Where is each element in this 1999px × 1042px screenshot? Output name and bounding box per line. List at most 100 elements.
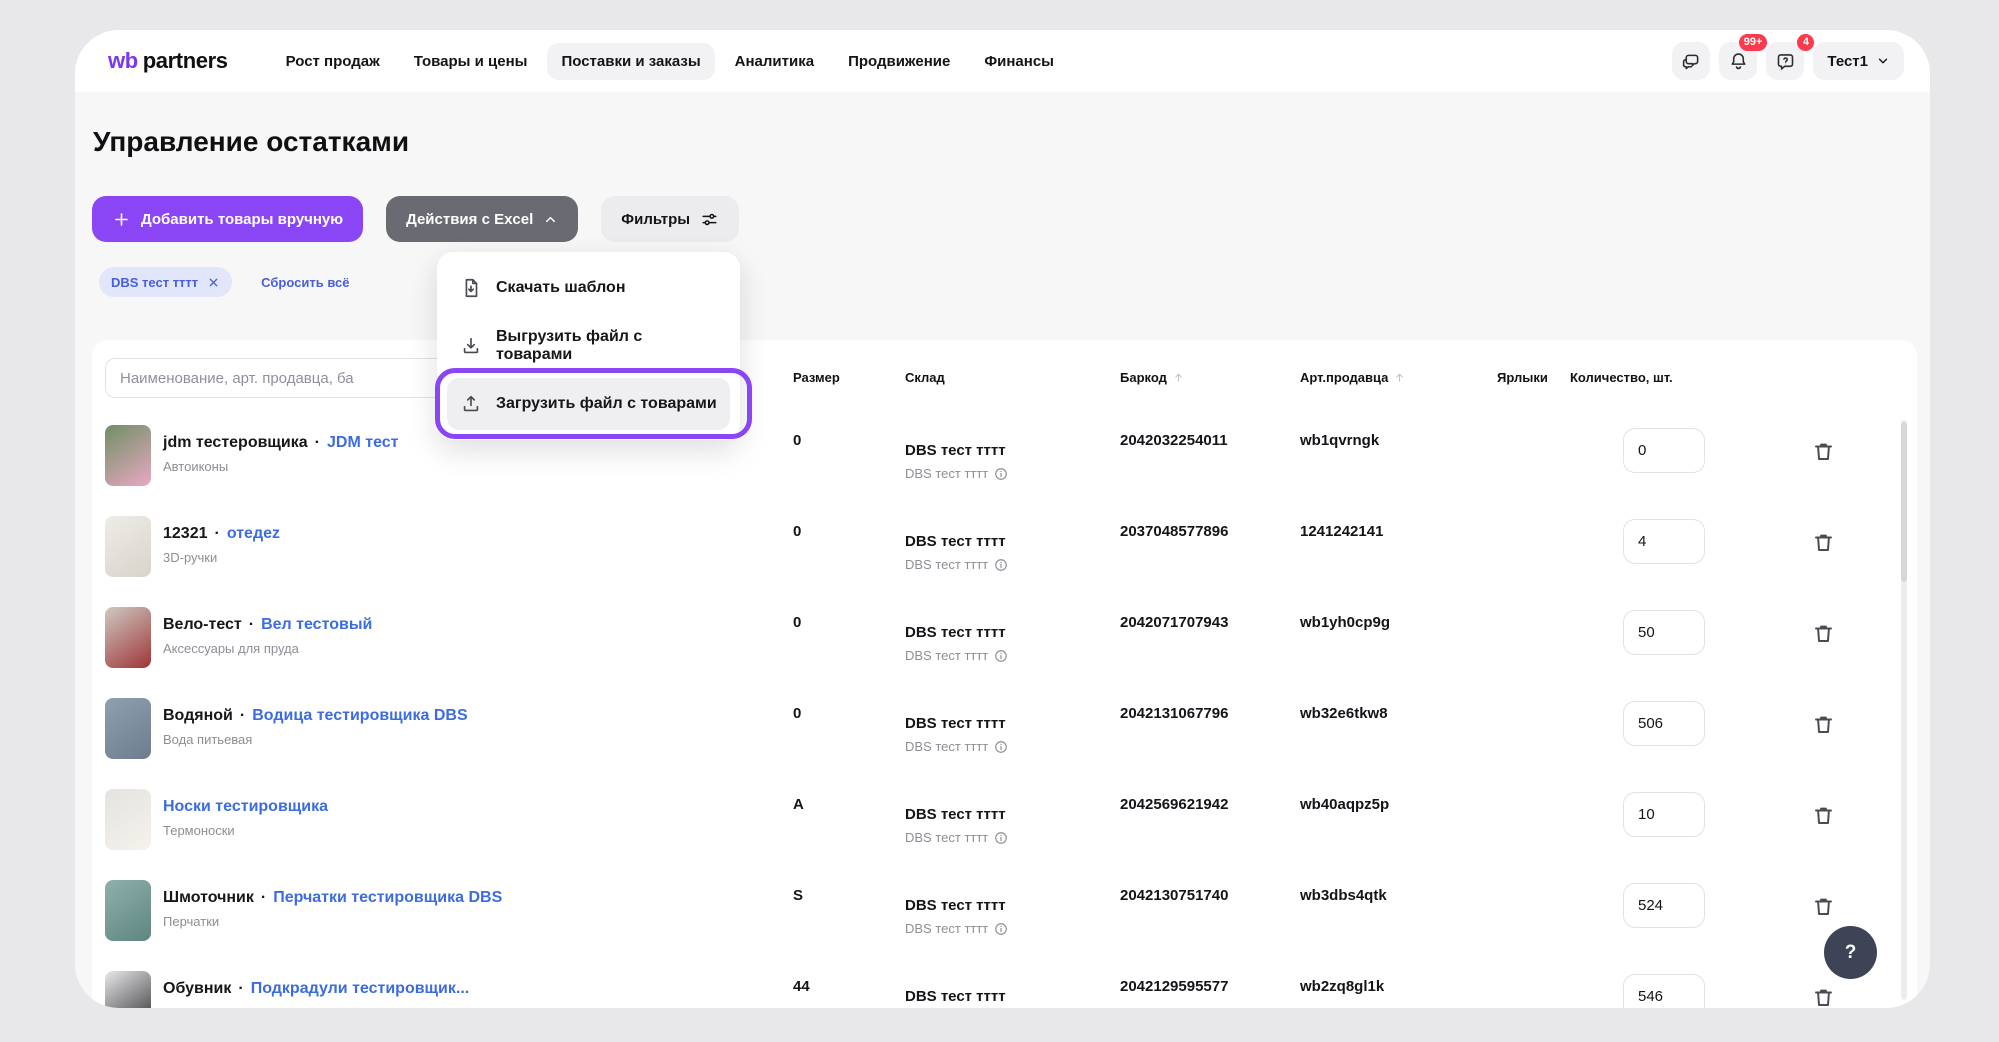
delete-row-button[interactable] bbox=[1808, 436, 1838, 466]
close-icon[interactable] bbox=[207, 276, 220, 289]
info-icon[interactable] bbox=[994, 831, 1008, 845]
excel-menu-item[interactable]: Скачать шаблон bbox=[447, 262, 730, 314]
quantity-input[interactable] bbox=[1623, 792, 1705, 837]
nav-item-label: Рост продаж bbox=[286, 53, 380, 70]
warehouse-sub: DBS тест тттт bbox=[905, 830, 1008, 845]
screen: wbpartners Рост продаж Товары и цены Пос… bbox=[0, 0, 1999, 1042]
table-row: 12321·отедez 3D-ручки 0 DBS тест тттт DB… bbox=[92, 511, 1917, 602]
warehouse-cell: DBS тест тттт bbox=[905, 897, 1006, 914]
filter-chip-label: DBS тест тттт bbox=[111, 275, 198, 290]
nav-item[interactable]: Рост продаж bbox=[272, 43, 394, 80]
filters-button[interactable]: Фильтры bbox=[601, 196, 739, 242]
barcode-cell: 2042131067796 bbox=[1120, 705, 1228, 722]
quantity-input[interactable] bbox=[1623, 701, 1705, 746]
page-title: Управление остатками bbox=[93, 126, 409, 158]
product-category: Автоиконы bbox=[163, 459, 228, 474]
nav-item[interactable]: Аналитика bbox=[721, 43, 828, 80]
table-row: Водяной·Водица тестировщика DBS Вода пит… bbox=[92, 693, 1917, 784]
filter-chip[interactable]: DBS тест тттт bbox=[99, 267, 232, 297]
sort-asc-icon[interactable] bbox=[1172, 371, 1185, 384]
excel-menu-item[interactable]: Выгрузить файл с товарами bbox=[447, 320, 730, 372]
barcode-cell: 2042569621942 bbox=[1120, 796, 1228, 813]
quantity-input[interactable] bbox=[1623, 519, 1705, 564]
table-rows: jdm тестеровщика·JDM тест Автоиконы 0 DB… bbox=[92, 420, 1917, 1008]
nav-item-label: Финансы bbox=[984, 53, 1054, 70]
product-link[interactable]: отедez bbox=[227, 525, 280, 542]
nav-item[interactable]: Финансы bbox=[970, 43, 1068, 80]
delete-row-button[interactable] bbox=[1808, 891, 1838, 921]
trash-icon bbox=[1811, 985, 1836, 1009]
product-category: 3D-ручки bbox=[163, 550, 217, 565]
delete-row-button[interactable] bbox=[1808, 800, 1838, 830]
warehouse-sub-text: DBS тест тттт bbox=[905, 739, 988, 754]
name-separator: · bbox=[315, 434, 320, 451]
notifications-button[interactable]: 99+ bbox=[1719, 42, 1757, 80]
info-icon[interactable] bbox=[994, 922, 1008, 936]
reset-filters-link[interactable]: Сбросить всё bbox=[261, 275, 349, 290]
scrollbar[interactable] bbox=[1901, 420, 1907, 1000]
excel-menu-item-label: Скачать шаблон bbox=[496, 279, 625, 297]
upload-icon bbox=[460, 393, 482, 415]
article-cell: 1241242141 bbox=[1300, 523, 1383, 540]
warehouse-cell: DBS тест тттт bbox=[905, 442, 1006, 459]
quantity-input[interactable] bbox=[1623, 974, 1705, 1008]
quantity-input[interactable] bbox=[1623, 610, 1705, 655]
excel-dropdown-menu: Скачать шаблон Выгрузить файл с товарами… bbox=[437, 252, 740, 440]
product-link[interactable]: Носки тестировщика bbox=[163, 798, 328, 815]
info-icon[interactable] bbox=[994, 467, 1008, 481]
trash-icon bbox=[1811, 530, 1836, 555]
barcode-cell: 2042032254011 bbox=[1120, 432, 1228, 449]
info-icon[interactable] bbox=[994, 649, 1008, 663]
support-button[interactable]: 4 bbox=[1766, 42, 1804, 80]
info-icon[interactable] bbox=[994, 558, 1008, 572]
nav-item[interactable]: Товары и цены bbox=[400, 43, 542, 80]
table-row: Шмоточник·Перчатки тестировщика DBS Перч… bbox=[92, 875, 1917, 966]
size-cell: 0 bbox=[793, 432, 801, 449]
article-cell: wb3dbs4qtk bbox=[1300, 887, 1387, 904]
warehouse-sub: DBS тест тттт bbox=[905, 648, 1008, 663]
product-link[interactable]: Подкрадули тестировщик... bbox=[251, 980, 470, 997]
add-products-button[interactable]: Добавить товары вручную bbox=[92, 196, 363, 242]
wb-partners-logo[interactable]: wbpartners bbox=[108, 48, 228, 74]
product-name-text: Вело-тест bbox=[163, 616, 242, 633]
delete-row-button[interactable] bbox=[1808, 709, 1838, 739]
quantity-input[interactable] bbox=[1623, 883, 1705, 928]
download-icon bbox=[460, 335, 482, 357]
nav-item[interactable]: Продвижение bbox=[834, 43, 964, 80]
delete-row-button[interactable] bbox=[1808, 982, 1838, 1008]
column-header-barcode[interactable]: Баркод bbox=[1120, 370, 1185, 385]
article-cell: wb32e6tkw8 bbox=[1300, 705, 1388, 722]
help-fab-button[interactable]: ? bbox=[1824, 926, 1877, 979]
account-menu-button[interactable]: Тест1 bbox=[1813, 42, 1904, 80]
excel-actions-button[interactable]: Действия с Excel bbox=[386, 196, 578, 242]
product-link[interactable]: Водица тестировщика DBS bbox=[252, 707, 467, 724]
messages-button[interactable] bbox=[1672, 42, 1710, 80]
product-link[interactable]: Вел тестовый bbox=[261, 616, 372, 633]
delete-row-button[interactable] bbox=[1808, 618, 1838, 648]
excel-menu-item-label: Загрузить файл с товарами bbox=[496, 395, 717, 413]
product-category: Ботинки bbox=[163, 1005, 212, 1008]
nav-item-label: Аналитика bbox=[735, 53, 814, 70]
delete-row-button[interactable] bbox=[1808, 527, 1838, 557]
excel-menu-item[interactable]: Загрузить файл с товарами bbox=[447, 378, 730, 430]
column-header-article[interactable]: Арт.продавца bbox=[1300, 370, 1406, 385]
warehouse-sub-text: DBS тест тттт bbox=[905, 921, 988, 936]
column-header-labels: Ярлыки bbox=[1497, 370, 1548, 385]
chevron-down-icon bbox=[1876, 54, 1890, 68]
warehouse-sub-text: DBS тест тттт bbox=[905, 648, 988, 663]
product-link[interactable]: Перчатки тестировщика DBS bbox=[273, 889, 502, 906]
product-image bbox=[105, 425, 151, 486]
name-separator: · bbox=[238, 980, 243, 997]
actions-row: Добавить товары вручную Действия с Excel… bbox=[92, 196, 739, 242]
nav-item[interactable]: Поставки и заказы bbox=[547, 43, 714, 80]
scrollbar-thumb[interactable] bbox=[1901, 422, 1907, 582]
quantity-input[interactable] bbox=[1623, 428, 1705, 473]
info-icon[interactable] bbox=[994, 740, 1008, 754]
name-separator: · bbox=[261, 889, 266, 906]
size-cell: 0 bbox=[793, 705, 801, 722]
sort-asc-icon[interactable] bbox=[1393, 371, 1406, 384]
product-link[interactable]: JDM тест bbox=[327, 434, 398, 451]
filter-chips-row: DBS тест тттт Сбросить всё bbox=[99, 267, 349, 297]
sliders-icon bbox=[700, 210, 719, 229]
stock-table-card: Размер Склад Баркод Арт.продавца Ярлыки … bbox=[92, 340, 1917, 1008]
